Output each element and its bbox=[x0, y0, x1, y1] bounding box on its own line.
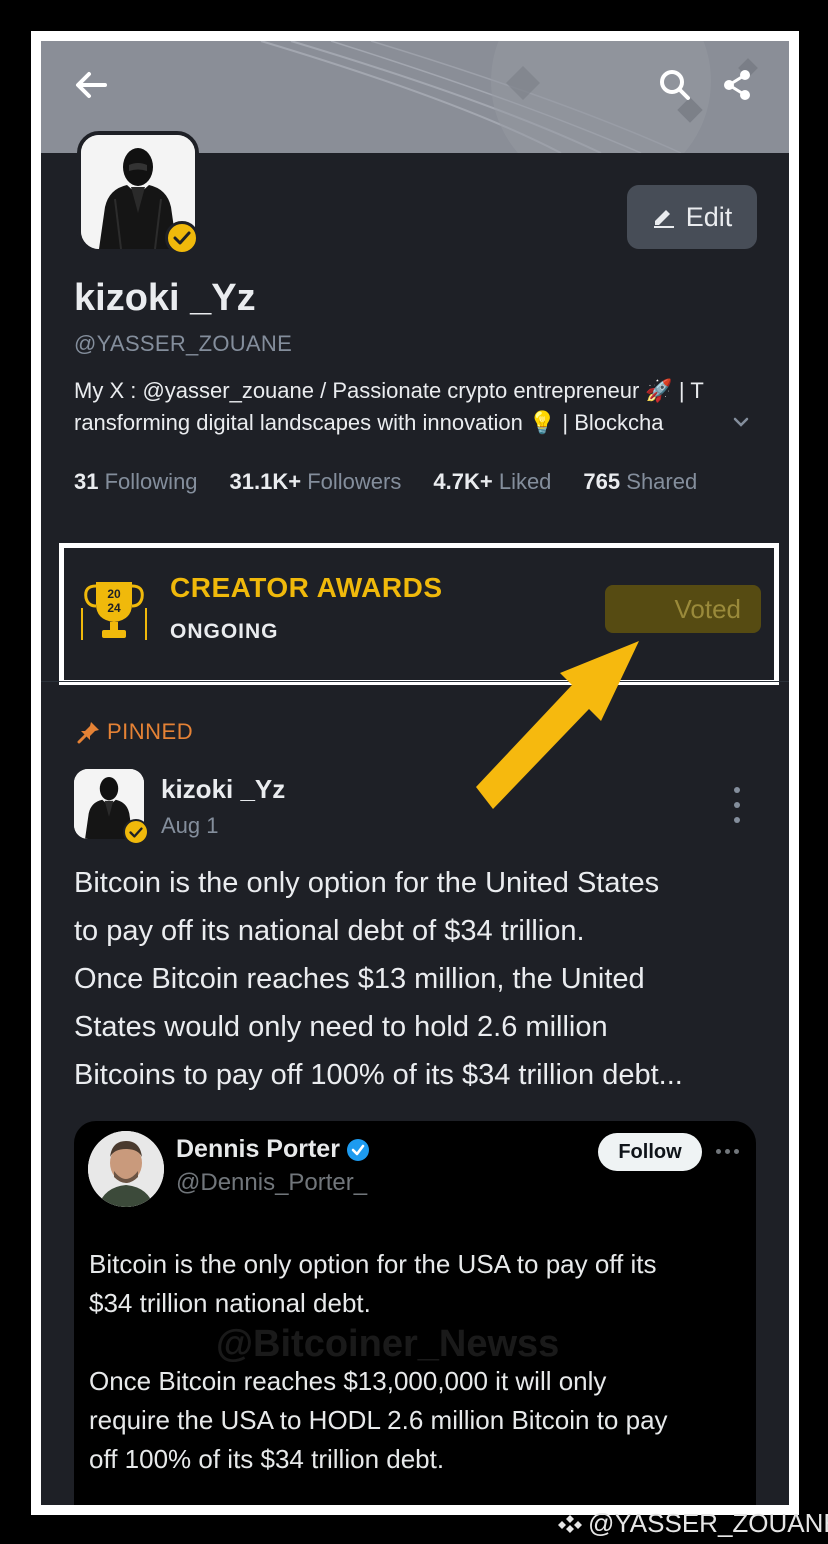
annotation-arrow-icon bbox=[476, 641, 639, 809]
profile-screen: Edit kizoki _Yz @YASSER_ZOUANE My X : @y… bbox=[41, 41, 789, 1505]
diamond-logo-icon bbox=[558, 1514, 582, 1533]
footer-watermark: @YASSER_ZOUANE bbox=[556, 1508, 828, 1539]
footer-watermark-text: @YASSER_ZOUANE bbox=[588, 1508, 828, 1538]
